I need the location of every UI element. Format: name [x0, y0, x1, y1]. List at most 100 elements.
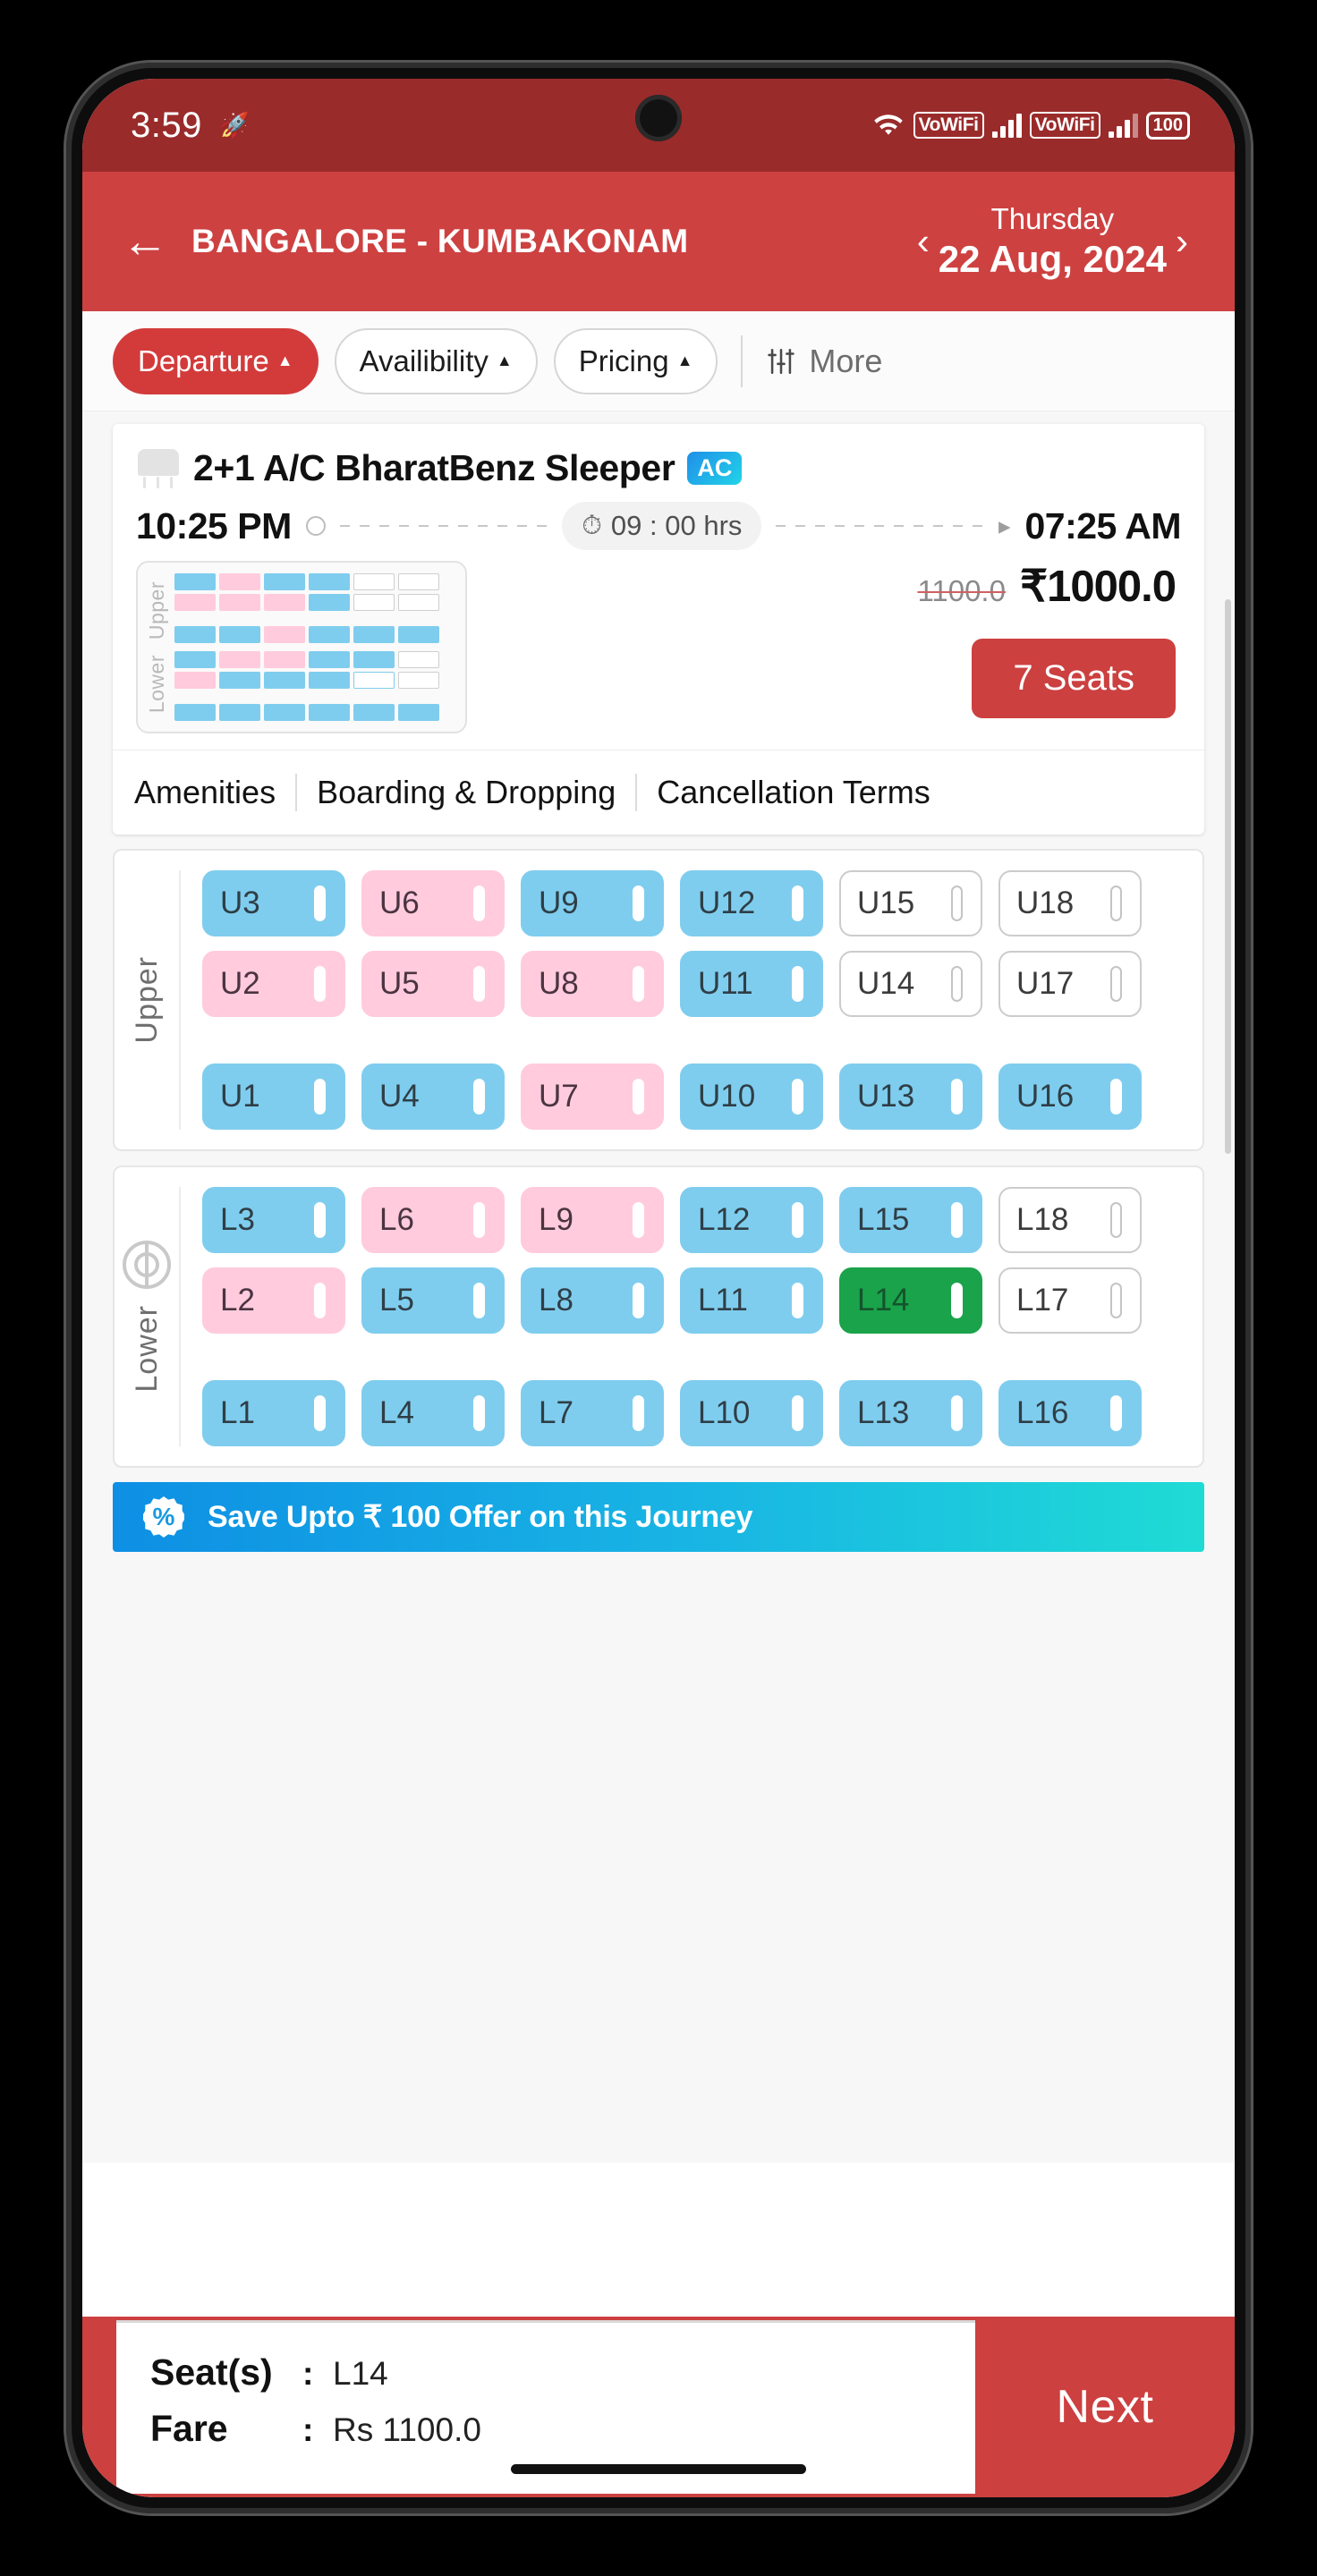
colon: : — [302, 2355, 314, 2392]
seat-label: U12 — [698, 886, 756, 920]
seat-L11[interactable]: L11 — [680, 1267, 823, 1334]
gesture-navigation-bar[interactable] — [511, 2464, 806, 2474]
seat-U17[interactable]: U17 — [998, 951, 1142, 1017]
seat-L10[interactable]: L10 — [680, 1380, 823, 1446]
berth-icon — [633, 1395, 644, 1431]
price-line: 1100.0 ₹1000.0 — [917, 561, 1177, 612]
upper-deck-grid: U3 U6 U9 U12 U15 U18 U2 U5 U8 U11 U14 U1… — [181, 870, 1202, 1130]
more-filters-label: More — [809, 342, 883, 379]
tab-boarding-dropping[interactable]: Boarding & Dropping — [317, 774, 616, 811]
price-block: 1100.0 ₹1000.0 7 Seats — [917, 561, 1181, 718]
seat-label: U13 — [857, 1079, 915, 1114]
seat-label: L13 — [857, 1395, 910, 1430]
seat-L7[interactable]: L7 — [521, 1380, 664, 1446]
seat-U5[interactable]: U5 — [361, 951, 505, 1017]
seat-U2[interactable]: U2 — [202, 951, 345, 1017]
seat-U8[interactable]: U8 — [521, 951, 664, 1017]
seat-label: L18 — [1016, 1202, 1069, 1237]
seat-U3[interactable]: U3 — [202, 870, 345, 936]
berth-icon — [792, 886, 803, 921]
scrollbar-thumb[interactable] — [1225, 599, 1231, 1154]
seat-L5[interactable]: L5 — [361, 1267, 505, 1334]
seat-U10[interactable]: U10 — [680, 1063, 823, 1130]
chevron-left-icon[interactable]: ‹ — [908, 220, 939, 263]
berth-icon — [951, 886, 963, 921]
seat-L16[interactable]: L16 — [998, 1380, 1142, 1446]
seat-label: L8 — [539, 1283, 574, 1318]
mini-map-upper-label: Upper — [145, 580, 168, 640]
date-navigator: ‹ Thursday 22 Aug, 2024 › — [908, 202, 1197, 281]
filter-chip-departure[interactable]: Departure ▲ — [113, 327, 319, 394]
route-title: BANGALORE - KUMBAKONAM — [191, 223, 689, 259]
seat-U16[interactable]: U16 — [998, 1063, 1142, 1130]
filter-chip-availibility[interactable]: Availibility ▲ — [334, 327, 538, 394]
seat-L6[interactable]: L6 — [361, 1187, 505, 1253]
seat-U12[interactable]: U12 — [680, 870, 823, 936]
mini-seat-map[interactable]: Upper Lower — [136, 561, 467, 733]
berth-icon — [1110, 1283, 1122, 1318]
seat-L15[interactable]: L15 — [839, 1187, 982, 1253]
tab-cancellation-terms[interactable]: Cancellation Terms — [657, 774, 930, 811]
seat-L4[interactable]: L4 — [361, 1380, 505, 1446]
bus-card-middle-row: Upper Lower 1100.0 ₹1000.0 7 Seats — [113, 554, 1204, 750]
seats-label: Seat(s) — [150, 2351, 273, 2393]
seat-label: L16 — [1016, 1395, 1069, 1430]
seat-label: U16 — [1016, 1079, 1075, 1114]
seat-L13[interactable]: L13 — [839, 1380, 982, 1446]
berth-icon — [473, 886, 485, 921]
date-block[interactable]: Thursday 22 Aug, 2024 — [939, 202, 1167, 281]
offer-banner[interactable]: % Save Upto ₹ 100 Offer on this Journey — [113, 1482, 1204, 1552]
seat-label: L9 — [539, 1202, 574, 1237]
seat-label: U3 — [220, 886, 260, 920]
seat-U15[interactable]: U15 — [839, 870, 982, 936]
seat-U7[interactable]: U7 — [521, 1063, 664, 1130]
berth-icon — [633, 966, 644, 1002]
berth-icon — [792, 966, 803, 1002]
seat-L3[interactable]: L3 — [202, 1187, 345, 1253]
seat-U11[interactable]: U11 — [680, 951, 823, 1017]
mini-row — [174, 704, 439, 721]
tab-amenities[interactable]: Amenities — [134, 774, 276, 811]
seat-L2[interactable]: L2 — [202, 1267, 345, 1334]
seat-L8[interactable]: L8 — [521, 1267, 664, 1334]
berth-icon — [951, 1283, 963, 1318]
seat-L14[interactable]: L14 — [839, 1267, 982, 1334]
dashed-line — [776, 525, 984, 527]
chevron-right-icon[interactable]: › — [1167, 220, 1197, 263]
seat-U6[interactable]: U6 — [361, 870, 505, 936]
duration-pill: ⏱ 09 : 00 hrs — [562, 502, 762, 550]
seat-U1[interactable]: U1 — [202, 1063, 345, 1130]
mini-row — [174, 594, 439, 611]
seats-available-button[interactable]: 7 Seats — [972, 639, 1176, 718]
seat-row: U1 U4 U7 U10 U13 U16 — [202, 1063, 1202, 1130]
upper-deck-panel: Upper U3 U6 U9 U12 U15 U18 U2 U5 U8 U11 … — [113, 849, 1204, 1151]
seat-label: U1 — [220, 1079, 260, 1114]
seat-U9[interactable]: U9 — [521, 870, 664, 936]
seat-U4[interactable]: U4 — [361, 1063, 505, 1130]
arrow-head-icon: ▸ — [998, 512, 1011, 539]
seat-label: U9 — [539, 886, 579, 920]
summary-line-fare: Fare : Rs 1100.0 — [150, 2408, 975, 2450]
scrollbar-track[interactable] — [1225, 411, 1231, 2163]
seat-label: U17 — [1016, 966, 1075, 1001]
next-button[interactable]: Next — [975, 2317, 1235, 2497]
seat-L18[interactable]: L18 — [998, 1187, 1142, 1253]
seat-U13[interactable]: U13 — [839, 1063, 982, 1130]
seat-L9[interactable]: L9 — [521, 1187, 664, 1253]
offer-text: Save Upto ₹ 100 Offer on this Journey — [208, 1500, 753, 1534]
seat-L12[interactable]: L12 — [680, 1187, 823, 1253]
seat-U18[interactable]: U18 — [998, 870, 1142, 936]
back-arrow-icon[interactable]: ← — [113, 218, 191, 265]
more-filters-button[interactable]: More — [757, 343, 882, 380]
berth-icon — [1110, 886, 1122, 921]
seat-label: U8 — [539, 966, 579, 1001]
seat-U14[interactable]: U14 — [839, 951, 982, 1017]
seat-L1[interactable]: L1 — [202, 1380, 345, 1446]
seat-label: L6 — [379, 1202, 414, 1237]
seat-selection-area: Upper U3 U6 U9 U12 U15 U18 U2 U5 U8 U11 … — [113, 835, 1204, 1468]
bus-card[interactable]: 2+1 A/C BharatBenz Sleeper AC 10:25 PM ⏱… — [113, 424, 1204, 835]
divider — [741, 335, 743, 387]
filter-chip-pricing[interactable]: Pricing ▲ — [553, 327, 718, 394]
berth-icon — [314, 886, 326, 921]
seat-L17[interactable]: L17 — [998, 1267, 1142, 1334]
